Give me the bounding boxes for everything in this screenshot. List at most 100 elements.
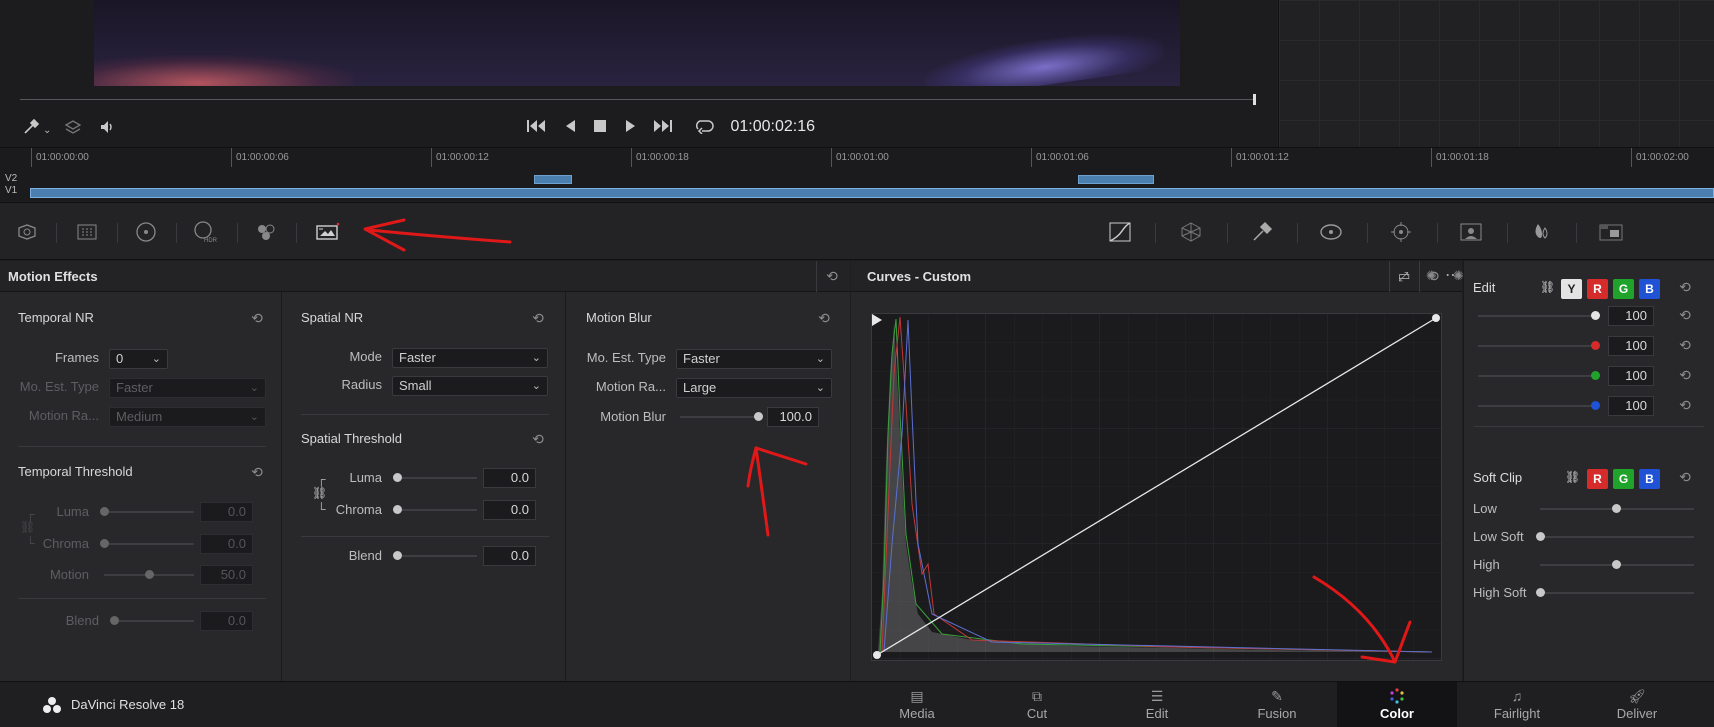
qualifier-icon[interactable] bbox=[1249, 219, 1275, 245]
reset-icon[interactable]: ⟲ bbox=[531, 311, 545, 325]
speaker-icon[interactable] bbox=[98, 118, 116, 141]
soft-clip-r-button[interactable]: R bbox=[1587, 469, 1608, 489]
tracker-icon[interactable] bbox=[1388, 219, 1414, 245]
luma-value[interactable]: 0.0 bbox=[483, 468, 536, 488]
soft-clip-b-button[interactable]: B bbox=[1639, 469, 1660, 489]
page-fusion[interactable]: ✎ Fusion bbox=[1217, 682, 1337, 727]
reset-icon[interactable]: ⟲ bbox=[817, 311, 831, 325]
r-value[interactable]: 100 bbox=[1608, 336, 1654, 356]
motion-value[interactable]: 50.0 bbox=[200, 565, 253, 585]
scrubber-playhead[interactable] bbox=[1253, 94, 1256, 105]
motion-range-dropdown[interactable]: Medium ⌄ bbox=[109, 407, 266, 427]
link-icon[interactable]: ⛓ bbox=[1565, 470, 1580, 484]
link-icon[interactable]: ⛓ bbox=[1540, 280, 1555, 294]
luma-slider[interactable] bbox=[100, 507, 194, 516]
page-media[interactable]: ▤ Media bbox=[857, 682, 977, 727]
reset-icon[interactable]: ⟲ bbox=[1678, 280, 1692, 294]
mini-timeline[interactable]: V2 V1 bbox=[0, 167, 1714, 201]
layers-icon[interactable] bbox=[64, 118, 82, 141]
page-cut[interactable]: ⧉ Cut bbox=[977, 682, 1097, 727]
color-match-icon[interactable] bbox=[74, 219, 100, 245]
motion-blur-slider[interactable] bbox=[680, 412, 763, 421]
mo-est-type-dropdown[interactable]: Faster ⌄ bbox=[109, 378, 266, 398]
reset-icon[interactable]: ⟲ bbox=[250, 465, 264, 479]
skip-to-end-icon[interactable] bbox=[653, 118, 673, 139]
page-fairlight[interactable]: ♫ Fairlight bbox=[1457, 682, 1577, 727]
blend-slider[interactable] bbox=[110, 616, 194, 625]
reset-icon[interactable]: ⟲ bbox=[1678, 338, 1692, 352]
radius-dropdown[interactable]: Small ⌄ bbox=[392, 376, 548, 396]
reset-all-icon[interactable]: ⟲ bbox=[825, 269, 839, 283]
hdr-wheels-icon[interactable]: HDR bbox=[192, 219, 218, 245]
luma-slider[interactable] bbox=[393, 473, 477, 482]
chroma-slider[interactable] bbox=[393, 505, 477, 514]
motion-range-dropdown[interactable]: Large ⌄ bbox=[676, 378, 832, 398]
reset-icon[interactable]: ⟲ bbox=[1678, 368, 1692, 382]
b-value[interactable]: 100 bbox=[1608, 396, 1654, 416]
curves-icon[interactable] bbox=[1107, 219, 1133, 245]
page-color[interactable]: Color bbox=[1337, 682, 1457, 727]
frames-dropdown[interactable]: 0 ⌄ bbox=[109, 349, 168, 369]
v1-clip[interactable] bbox=[30, 188, 1714, 198]
reset-icon[interactable]: ⟲ bbox=[1678, 398, 1692, 412]
reset-icon[interactable]: ⟲ bbox=[1678, 470, 1692, 484]
key-icon[interactable] bbox=[1598, 219, 1624, 245]
motion-slider[interactable] bbox=[104, 570, 194, 579]
motion-blur-value[interactable]: 100.0 bbox=[767, 407, 819, 427]
color-wheels-icon[interactable] bbox=[133, 219, 159, 245]
high-soft-slider[interactable] bbox=[1536, 588, 1694, 597]
y-slider[interactable] bbox=[1478, 311, 1600, 320]
blend-value[interactable]: 0.0 bbox=[200, 611, 253, 631]
low-slider[interactable] bbox=[1540, 504, 1694, 513]
soft-clip-g-button[interactable]: G bbox=[1613, 469, 1634, 489]
channel-b-button[interactable]: B bbox=[1639, 279, 1660, 299]
mode-dropdown[interactable]: Faster ⌄ bbox=[392, 348, 548, 368]
curves-graph[interactable] bbox=[871, 313, 1442, 661]
channel-r-button[interactable]: R bbox=[1587, 279, 1608, 299]
camera-raw-icon[interactable] bbox=[14, 219, 40, 245]
channel-y-button[interactable]: Y bbox=[1561, 279, 1582, 299]
r-slider[interactable] bbox=[1478, 341, 1600, 350]
blend-slider[interactable] bbox=[393, 551, 477, 560]
color-warper-icon[interactable] bbox=[1178, 219, 1204, 245]
link-icon[interactable]: ⛓ bbox=[20, 520, 35, 534]
hue-vs-hue-icon[interactable]: ✺ bbox=[1426, 268, 1437, 284]
play-reverse-icon[interactable] bbox=[563, 118, 577, 139]
scrubber-track[interactable] bbox=[20, 99, 1256, 100]
stop-icon[interactable] bbox=[593, 118, 607, 139]
reset-icon[interactable]: ⟲ bbox=[250, 311, 264, 325]
luma-value[interactable]: 0.0 bbox=[200, 502, 253, 522]
rgb-mixer-icon[interactable] bbox=[253, 219, 279, 245]
node-editor-pane[interactable] bbox=[1278, 0, 1714, 147]
v2-clip[interactable] bbox=[534, 175, 572, 184]
chroma-value[interactable]: 0.0 bbox=[483, 500, 536, 520]
eyedropper-icon[interactable] bbox=[22, 118, 40, 141]
blur-icon[interactable] bbox=[1528, 219, 1554, 245]
timeline-ruler[interactable]: 01:00:00:00 01:00:00:06 01:00:00:12 01:0… bbox=[0, 147, 1714, 168]
play-icon[interactable] bbox=[624, 118, 638, 139]
high-slider[interactable] bbox=[1540, 560, 1694, 569]
motion-effects-icon[interactable] bbox=[314, 219, 340, 245]
window-icon[interactable] bbox=[1318, 219, 1344, 245]
g-value[interactable]: 100 bbox=[1608, 366, 1654, 386]
page-edit[interactable]: ☰ Edit bbox=[1097, 682, 1217, 727]
chroma-slider[interactable] bbox=[100, 539, 194, 548]
g-slider[interactable] bbox=[1478, 371, 1600, 380]
magic-mask-icon[interactable] bbox=[1458, 219, 1484, 245]
chevron-down-icon[interactable]: ⌄ bbox=[43, 122, 51, 140]
reset-icon[interactable]: ⟲ bbox=[1678, 308, 1692, 322]
loop-icon[interactable] bbox=[694, 118, 714, 139]
custom-curve-icon[interactable]: ▭ bbox=[1398, 268, 1410, 284]
mo-est-type-dropdown[interactable]: Faster ⌄ bbox=[676, 349, 832, 369]
v2-clip[interactable] bbox=[1078, 175, 1154, 184]
channel-g-button[interactable]: G bbox=[1613, 279, 1634, 299]
low-soft-slider[interactable] bbox=[1536, 532, 1694, 541]
link-icon[interactable]: ⛓ bbox=[312, 486, 327, 500]
blend-value[interactable]: 0.0 bbox=[483, 546, 536, 566]
b-slider[interactable] bbox=[1478, 401, 1600, 410]
reset-icon[interactable]: ⟲ bbox=[531, 432, 545, 446]
y-value[interactable]: 100 bbox=[1608, 306, 1654, 326]
skip-to-start-icon[interactable] bbox=[526, 118, 546, 139]
page-deliver[interactable]: 🚀︎ Deliver bbox=[1577, 682, 1697, 727]
chroma-value[interactable]: 0.0 bbox=[200, 534, 253, 554]
